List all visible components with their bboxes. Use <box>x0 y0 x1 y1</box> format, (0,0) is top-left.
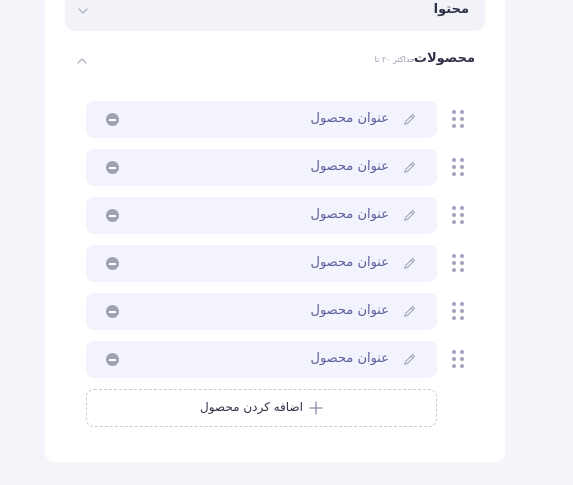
add-product-label: اضافه کردن محصول <box>200 400 303 414</box>
drag-handle-icon[interactable] <box>451 349 465 369</box>
product-item[interactable]: عنوان محصول <box>86 245 437 282</box>
pencil-icon[interactable] <box>402 256 417 271</box>
product-item[interactable]: عنوان محصول <box>86 149 437 186</box>
products-section-header[interactable]: محصولات حداکثر ۲۰ تا <box>65 47 475 75</box>
pencil-icon[interactable] <box>402 112 417 127</box>
product-item[interactable]: عنوان محصول <box>86 293 437 330</box>
pencil-icon[interactable] <box>402 304 417 319</box>
product-item[interactable]: عنوان محصول <box>86 341 437 378</box>
drag-handle-icon[interactable] <box>451 157 465 177</box>
products-limit-hint: حداکثر ۲۰ تا <box>374 55 415 64</box>
content-section-header[interactable]: محتوا <box>65 0 485 31</box>
add-product-button[interactable]: اضافه کردن محصول <box>86 389 437 427</box>
drag-handle-icon[interactable] <box>451 253 465 273</box>
product-title: عنوان محصول <box>310 303 389 318</box>
product-title: عنوان محصول <box>310 351 389 366</box>
minus-circle-icon[interactable] <box>106 257 119 270</box>
products-section-title: محصولات <box>413 51 475 66</box>
pencil-icon[interactable] <box>402 208 417 223</box>
product-title: عنوان محصول <box>310 111 389 126</box>
settings-panel: محتوا محصولات حداکثر ۲۰ تا عنوان محصول ع… <box>45 0 505 462</box>
minus-circle-icon[interactable] <box>106 353 119 366</box>
product-title: عنوان محصول <box>310 207 389 222</box>
minus-circle-icon[interactable] <box>106 209 119 222</box>
minus-circle-icon[interactable] <box>106 161 119 174</box>
product-item[interactable]: عنوان محصول <box>86 197 437 234</box>
chevron-down-icon[interactable] <box>75 3 91 19</box>
chevron-up-icon[interactable] <box>74 53 90 69</box>
drag-handle-icon[interactable] <box>451 109 465 129</box>
drag-handle-icon[interactable] <box>451 205 465 225</box>
product-title: عنوان محصول <box>310 255 389 270</box>
content-section-title: محتوا <box>433 2 469 17</box>
product-title: عنوان محصول <box>310 159 389 174</box>
product-item[interactable]: عنوان محصول <box>86 101 437 138</box>
pencil-icon[interactable] <box>402 160 417 175</box>
plus-icon <box>309 401 323 415</box>
minus-circle-icon[interactable] <box>106 113 119 126</box>
pencil-icon[interactable] <box>402 352 417 367</box>
minus-circle-icon[interactable] <box>106 305 119 318</box>
drag-handle-icon[interactable] <box>451 301 465 321</box>
